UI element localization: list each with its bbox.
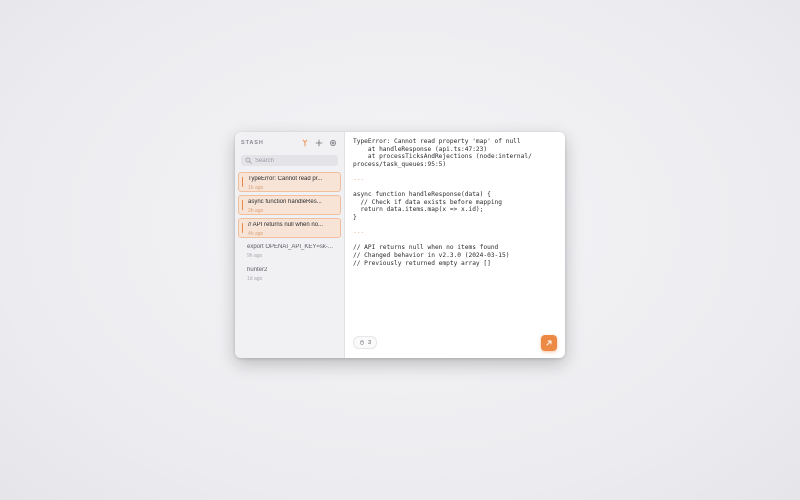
item-title: // API returns null when no... bbox=[248, 222, 324, 228]
item-title: export OPENAI_API_KEY=sk-... bbox=[247, 244, 333, 250]
item-time: 9h ago bbox=[247, 253, 263, 259]
count-value: 3 bbox=[368, 339, 372, 346]
item-time: 2h ago bbox=[248, 208, 264, 214]
list-item[interactable]: TypeError: Cannot read pr... 1h ago bbox=[238, 172, 341, 192]
code-line: TypeError: Cannot read property 'map' of… bbox=[353, 138, 521, 145]
count-badge[interactable]: 3 bbox=[353, 336, 378, 349]
code-line: at processTicksAndRejections (node:inter… bbox=[353, 153, 532, 161]
search-input[interactable] bbox=[255, 157, 334, 164]
code-line: // Previously returned empty array [] bbox=[353, 259, 491, 267]
item-title: async function handleRes... bbox=[248, 199, 322, 205]
item-title: TypeError: Cannot read pr... bbox=[248, 176, 323, 182]
item-accent-bar bbox=[242, 223, 244, 233]
arrow-up-right-icon bbox=[546, 340, 552, 346]
plus-icon[interactable] bbox=[313, 137, 325, 149]
open-button[interactable] bbox=[541, 335, 557, 351]
sidebar-header: STASH bbox=[235, 134, 344, 152]
list-item[interactable]: async function handleRes... 2h ago bbox=[238, 195, 341, 215]
item-time: 1h ago bbox=[248, 185, 264, 191]
code-viewer[interactable]: TypeError: Cannot read property 'map' of… bbox=[353, 138, 532, 267]
code-line: at handleResponse (api.ts:47:23) bbox=[353, 145, 488, 153]
list-item[interactable]: hunter2 1d ago bbox=[238, 264, 341, 284]
gear-glyph bbox=[330, 140, 336, 146]
merge-icon[interactable] bbox=[299, 137, 311, 149]
search-icon bbox=[245, 157, 252, 164]
item-time: 4h ago bbox=[248, 231, 264, 237]
search-box[interactable] bbox=[241, 155, 338, 166]
sidebar: STASH Search TypeError: Cannot read pr..… bbox=[235, 132, 345, 358]
item-title: hunter2 bbox=[247, 267, 268, 273]
code-line: // API returns null when no items found bbox=[353, 244, 499, 252]
item-time: 1d ago bbox=[247, 276, 263, 282]
code-line: async function handleResponse(data) { bbox=[353, 191, 491, 199]
merge-glyph bbox=[302, 139, 308, 147]
item-accent-bar bbox=[242, 200, 244, 210]
main-pane: TypeError: Cannot read property 'map' of… bbox=[345, 132, 565, 358]
gear-icon[interactable] bbox=[327, 137, 339, 149]
plus-glyph bbox=[315, 139, 323, 147]
app-window: STASH Search TypeError: Cannot read pr..… bbox=[235, 132, 565, 358]
list-item[interactable]: export OPENAI_API_KEY=sk-... 9h ago bbox=[238, 241, 341, 261]
list-item[interactable]: // API returns null when no... 4h ago bbox=[238, 218, 341, 238]
hand-icon bbox=[359, 339, 365, 347]
code-line: // Changed behavior in v2.3.0 (2024-03-1… bbox=[353, 251, 510, 259]
app-title: STASH bbox=[241, 140, 264, 146]
snippet-list: TypeError: Cannot read pr... 1h ago asyn… bbox=[235, 172, 344, 284]
code-line: // Check if data exists before mapping bbox=[353, 198, 503, 206]
code-line: } bbox=[353, 213, 357, 221]
separator-line: --- bbox=[353, 175, 365, 183]
item-accent-bar bbox=[242, 177, 244, 187]
code-line: process/task_queues:95:5) bbox=[353, 160, 447, 168]
separator-line: --- bbox=[353, 229, 365, 237]
code-line: return data.items.map(x => x.id); bbox=[353, 206, 484, 214]
